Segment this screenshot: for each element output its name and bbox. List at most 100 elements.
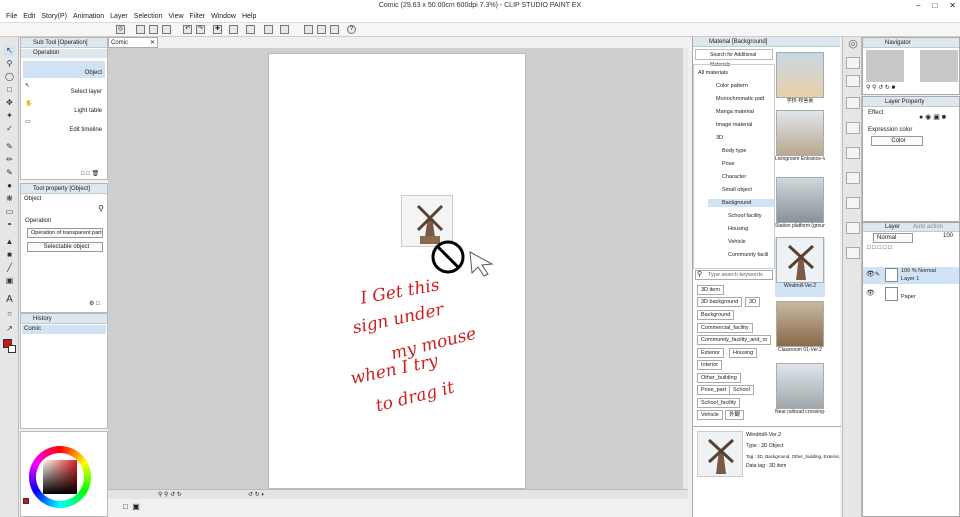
menu-animation[interactable]: Animation <box>73 11 110 22</box>
tree-item-community[interactable]: Community facili <box>728 251 768 259</box>
tool-property-settings-icon[interactable]: ⚙ □ <box>89 300 100 309</box>
panel-icon-3[interactable] <box>846 97 860 109</box>
airbrush-icon[interactable]: ● <box>4 181 15 191</box>
wand-tool-icon[interactable]: ✦ <box>4 111 15 121</box>
tree-item-all[interactable]: All materials <box>698 69 728 77</box>
snap-special-icon[interactable] <box>330 25 339 34</box>
keyword-search-input[interactable]: Type search keywords <box>695 270 773 280</box>
material-thumb-station[interactable]: Station platform (ground level) <box>775 177 825 232</box>
layer-row-2[interactable]: 👁 Paper <box>863 286 959 303</box>
menu-filter[interactable]: Filter <box>190 11 212 22</box>
maximize-icon[interactable]: □ <box>932 0 937 11</box>
tag-vehicle[interactable]: Vehicle <box>697 410 723 420</box>
tree-item-color-pattern[interactable]: Color pattern <box>716 82 748 90</box>
panel-icon-5[interactable] <box>846 147 860 159</box>
tag-background[interactable]: Background <box>697 310 735 320</box>
eye-icon[interactable]: 👁 <box>866 289 875 297</box>
navigator-preview[interactable] <box>866 50 958 82</box>
panel-icon-9[interactable] <box>846 247 860 259</box>
zoom-controls-icon[interactable]: ⚲ ⚲ ↺ ↻ <box>158 491 182 498</box>
tag-other-building[interactable]: Other_building <box>697 373 741 383</box>
expression-color-dropdown[interactable]: Color <box>871 136 923 146</box>
figure-icon[interactable]: ╱ <box>4 263 15 273</box>
fill-tool-icon[interactable]: ▲ <box>4 237 15 247</box>
sub-tool-menu-icons[interactable]: □ □ 🗑 <box>81 170 99 179</box>
menu-edit[interactable]: Edit <box>23 11 41 22</box>
selectable-object-dropdown[interactable]: Selectable object <box>27 242 103 252</box>
tag-housing[interactable]: Housing <box>729 348 758 358</box>
balloon-icon[interactable]: ○ <box>4 309 15 319</box>
sub-tool-select-layer[interactable]: Select layer <box>23 80 105 97</box>
material-thumb-railroad[interactable]: Near railroad crossing-Ver.2 <box>775 363 825 418</box>
panel-icon-7[interactable] <box>846 197 860 209</box>
document-tab[interactable]: Comic ✕ <box>108 37 158 48</box>
menu-file[interactable]: File <box>6 11 23 22</box>
panel-icon-4[interactable] <box>846 122 860 134</box>
menu-layer[interactable]: Layer <box>110 11 134 22</box>
blend-mode-dropdown[interactable]: Normal <box>873 233 913 243</box>
layer-toolbar-icons[interactable]: □ □ □ □ □ <box>867 245 892 251</box>
pencil-tool-icon[interactable]: ✏ <box>4 155 15 165</box>
decoration-icon[interactable]: ❋ <box>4 194 15 204</box>
auto-action-tab[interactable]: Auto action <box>913 223 943 232</box>
sub-tool-object[interactable]: Object <box>23 61 105 78</box>
panel-icon-6[interactable] <box>846 172 860 184</box>
clear-icon[interactable] <box>229 25 238 34</box>
blend-tool-icon[interactable]: ◓ <box>4 220 15 230</box>
minimize-icon[interactable]: – <box>916 0 920 11</box>
panel-icon-2[interactable] <box>846 75 860 87</box>
menu-help[interactable]: Help <box>242 11 262 22</box>
new-file-icon[interactable] <box>136 25 145 34</box>
tag-pose-part[interactable]: Pose_part <box>697 385 731 395</box>
fill-icon[interactable] <box>246 25 255 34</box>
transform-icon[interactable]: ✚ <box>213 25 222 34</box>
tag-3d[interactable]: 3D <box>745 297 761 307</box>
material-thumb-school[interactable]: 学校-校舎裏 <box>775 52 825 107</box>
move-layer-icon[interactable]: ✥ <box>4 98 15 108</box>
clip-studio-icon[interactable]: ◎ <box>116 25 125 34</box>
undo-icon[interactable]: ↶ <box>183 25 192 34</box>
layer-tab[interactable]: Layer <box>885 223 900 232</box>
sub-color-swatch[interactable] <box>8 345 16 353</box>
menu-window[interactable]: Window <box>211 11 242 22</box>
zoom-tool-icon[interactable]: ⚲ <box>4 59 15 69</box>
tree-item-manga[interactable]: Manga material <box>716 108 754 116</box>
eraser-icon[interactable]: ▭ <box>4 207 15 217</box>
frame-icon[interactable]: ▣ <box>4 276 15 286</box>
gradient-icon[interactable]: ■ <box>4 250 15 260</box>
selection-tool-icon[interactable]: □ <box>4 85 15 95</box>
sub-tool-edit-timeline[interactable]: Edit timeline <box>23 118 105 135</box>
eyedropper-icon[interactable]: ✓ <box>4 124 15 134</box>
rotate-controls-icon[interactable]: ↺ ↻ ◐ <box>248 491 265 498</box>
tool-property-zoom-icon[interactable]: ⚲ <box>98 204 104 213</box>
tree-item-housing[interactable]: Housing <box>728 225 748 233</box>
canvas-nav-icons[interactable]: □ ▣ <box>123 502 140 511</box>
tree-item-body-type[interactable]: Body type <box>722 147 746 155</box>
menu-story[interactable]: Story(P) <box>41 11 73 22</box>
navigator-icon[interactable]: ◎ <box>846 39 860 51</box>
pen-tool-icon[interactable]: ✎ <box>4 142 15 152</box>
layer-row-1[interactable]: 👁 ✎ 100 % Normal Layer 1 <box>863 267 959 284</box>
snap-ruler-icon[interactable] <box>304 25 313 34</box>
sub-tool-group-tab[interactable]: Operation <box>21 49 107 58</box>
tag-exterior[interactable]: Exterior <box>697 348 724 358</box>
operation-tool-icon[interactable]: ↖ <box>4 46 15 56</box>
help-icon[interactable]: ? <box>347 25 356 34</box>
menu-selection[interactable]: Selection <box>134 11 169 22</box>
tag-3d-background[interactable]: 3D background <box>697 297 743 307</box>
tree-item-image[interactable]: Image material <box>716 121 752 129</box>
tree-item-school-facility[interactable]: School facility <box>728 212 762 220</box>
brush-tool-icon[interactable]: ✎ <box>4 168 15 178</box>
sub-tool-light-table[interactable]: Light table <box>23 99 105 116</box>
save-icon[interactable] <box>162 25 171 34</box>
menu-view[interactable]: View <box>168 11 189 22</box>
search-additional-materials[interactable]: Search for Additional Materials <box>695 49 773 68</box>
tag-commercial[interactable]: Commercial_facility <box>697 323 753 333</box>
tag-community[interactable]: Community_facility_and_ro <box>697 335 772 345</box>
snap-grid-icon[interactable] <box>317 25 326 34</box>
close-tab-icon[interactable]: ✕ <box>150 38 155 48</box>
tag-school-facility[interactable]: School_facility <box>697 398 741 408</box>
correct-line-icon[interactable]: ↗ <box>4 324 15 334</box>
navigator-controls-icon[interactable]: ⚲ ⚲ ↺ ↻ ■ <box>866 84 895 91</box>
color-saturation-square[interactable] <box>43 460 77 494</box>
